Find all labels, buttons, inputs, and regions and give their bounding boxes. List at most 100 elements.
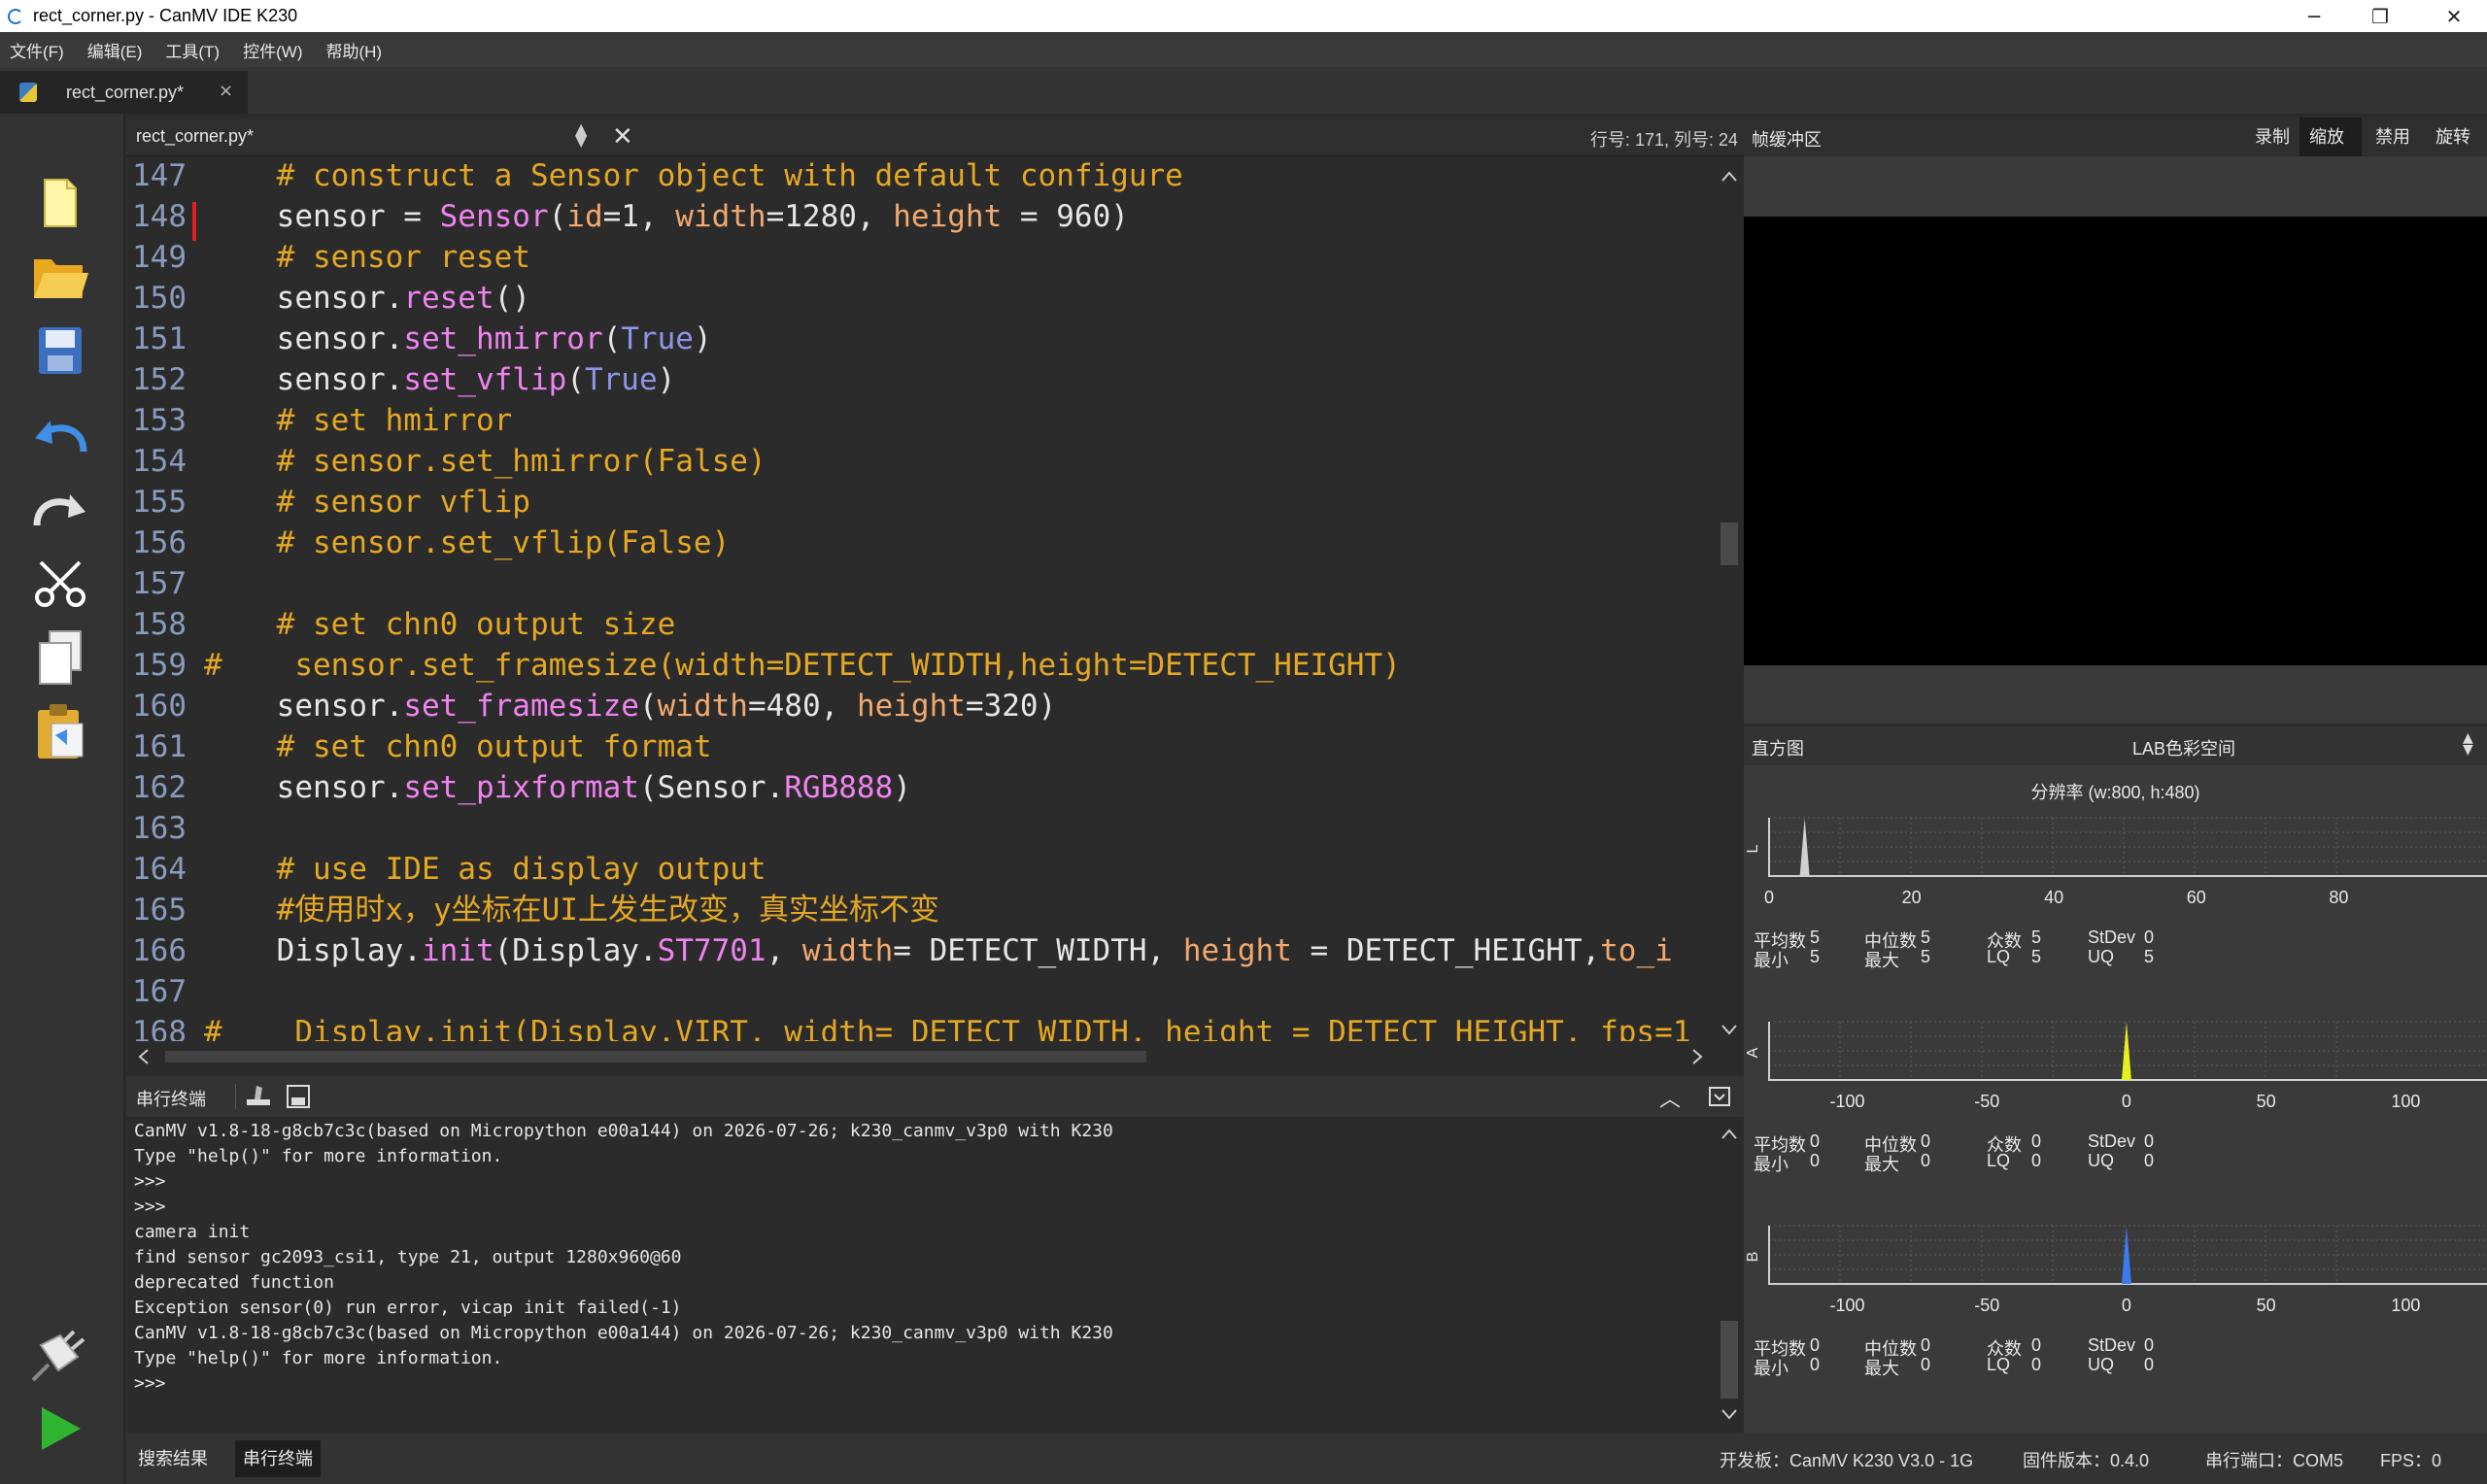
menu-edit[interactable]: 编辑(E)	[87, 38, 143, 62]
code-token: ST7701	[657, 933, 767, 968]
code-line[interactable]: 165 #使用时x，y坐标在UI上发生改变，真实坐标不变	[126, 890, 1715, 930]
code-line[interactable]: 162 sensor.set_pixformat(Sensor.RGB888)	[126, 767, 1715, 808]
code-text: # set chn0 output size	[204, 604, 676, 645]
code-line[interactable]: 160 sensor.set_framesize(width=480, heig…	[126, 686, 1715, 726]
paste-icon[interactable]	[29, 700, 91, 762]
editor-horizontal-scrollbar[interactable]	[126, 1041, 1715, 1072]
code-line[interactable]: 166 Display.init(Display.ST7701, width= …	[126, 930, 1715, 971]
menu-tools[interactable]: 工具(T)	[165, 38, 220, 62]
code-line[interactable]: 149 # sensor reset	[126, 237, 1715, 278]
terminal-line: >>>	[134, 1171, 166, 1192]
stat-value-stdev: 0	[2144, 928, 2155, 947]
framebuffer-area	[1744, 156, 2487, 724]
axis-tick-label: -50	[1974, 1092, 1999, 1111]
connect-icon[interactable]	[29, 1324, 91, 1386]
editor-header: rect_corner.py* ▲ ▼ ✕ 行号: 171, 列号: 24	[126, 118, 1744, 156]
code-token: sensor.	[204, 689, 404, 724]
code-line[interactable]: 161 # set chn0 output format	[126, 726, 1715, 767]
stat-value-mean: 5	[1810, 928, 1821, 947]
code-line[interactable]: 155 # sensor vflip	[126, 482, 1715, 523]
stat-label-lq: LQ	[1987, 1151, 2011, 1170]
terminal-collapse-icon[interactable]: ︿	[1659, 1082, 1681, 1113]
menu-widgets[interactable]: 控件(W)	[243, 38, 302, 62]
line-number: 153	[132, 403, 187, 438]
code-line[interactable]: 148 sensor = Sensor(id=1, width=1280, he…	[126, 196, 1715, 237]
restore-button[interactable]: ❐	[2347, 0, 2413, 32]
tab-serial-terminal[interactable]: 串行终端	[235, 1440, 321, 1477]
colorspace-select[interactable]: LAB色彩空间	[2132, 735, 2235, 760]
code-line[interactable]: 156 # sensor.set_vflip(False)	[126, 523, 1715, 563]
stat-value-mean: 0	[1810, 1131, 1821, 1151]
channel-label: A	[1745, 1047, 1761, 1058]
line-number: 164	[132, 852, 187, 887]
code-token: # set chn0 output format	[204, 729, 712, 764]
rotate-button[interactable]: 旋转	[2426, 118, 2480, 156]
code-line[interactable]: 157	[126, 563, 1715, 604]
terminal-maximize-icon[interactable]	[1708, 1086, 1731, 1107]
copy-icon[interactable]	[29, 626, 91, 689]
stat-value-min: 0	[1810, 1355, 1821, 1374]
close-editor-icon[interactable]: ✕	[612, 122, 633, 152]
code-token: # set chn0 output size	[204, 607, 676, 642]
code-line[interactable]: 150 sensor.reset()	[126, 278, 1715, 319]
stat-label-min: 最小	[1754, 951, 1789, 970]
line-number: 162	[132, 770, 187, 805]
menu-bar: 文件(F) 编辑(E) 工具(T) 控件(W) 帮助(H)	[0, 32, 2487, 67]
run-icon[interactable]	[29, 1398, 91, 1460]
redo-icon[interactable]	[29, 479, 91, 541]
stat-label-min: 最小	[1754, 1155, 1789, 1174]
zoom-button[interactable]: 缩放	[2300, 118, 2362, 156]
file-tab-rect-corner[interactable]: rect_corner.py* ×	[0, 71, 248, 114]
minimize-button[interactable]: ─	[2281, 0, 2347, 32]
new-file-icon[interactable]	[29, 172, 91, 234]
terminal-vertical-scrollbar[interactable]	[1715, 1117, 1744, 1433]
code-token: sensor.	[204, 321, 404, 356]
terminal-line: >>>	[134, 1197, 166, 1217]
stat-label-min: 最小	[1754, 1359, 1789, 1378]
code-editor[interactable]: 147 # construct a Sensor object with def…	[126, 157, 1715, 1049]
code-token: Display.	[204, 933, 422, 968]
code-token: width	[657, 689, 748, 724]
code-line[interactable]: 151 sensor.set_hmirror(True)	[126, 319, 1715, 359]
axis-tick-label: -50	[1974, 1296, 1999, 1315]
serial-terminal-output[interactable]: CanMV v1.8-18-g8cb7c3c(based on Micropyt…	[126, 1117, 1720, 1433]
menu-file[interactable]: 文件(F)	[10, 38, 64, 62]
open-folder-icon[interactable]	[29, 246, 91, 308]
code-token: sensor.	[204, 281, 404, 316]
menu-help[interactable]: 帮助(H)	[325, 38, 382, 62]
line-number: 167	[132, 974, 187, 1009]
axis-tick-label: 100	[2391, 1296, 2420, 1315]
cut-icon[interactable]	[29, 553, 91, 615]
disable-button[interactable]: 禁用	[2366, 118, 2420, 156]
code-line[interactable]: 163	[126, 808, 1715, 849]
axis-tick-label: 50	[2257, 1296, 2276, 1315]
terminal-line: CanMV v1.8-18-g8cb7c3c(based on Micropyt…	[134, 1121, 1113, 1141]
save-terminal-icon	[287, 1085, 310, 1108]
code-line[interactable]: 153 # set hmirror	[126, 400, 1715, 441]
file-tab-close-icon[interactable]: ×	[219, 81, 233, 101]
editor-vertical-scrollbar[interactable]	[1715, 157, 1744, 1049]
code-token: # sensor reset	[204, 240, 530, 275]
terminal-title: 串行终端	[136, 1090, 206, 1109]
code-token: set_hmirror	[403, 321, 603, 356]
record-button[interactable]: 录制	[2245, 118, 2300, 156]
code-line[interactable]: 152 sensor.set_vflip(True)	[126, 359, 1715, 400]
code-text: Display.init(Display.ST7701, width= DETE…	[204, 930, 1673, 971]
select-arrows-icon[interactable]: ▲ ▼	[2463, 731, 2473, 757]
stat-value-max: 0	[1921, 1355, 1931, 1374]
code-line[interactable]: 159 # sensor.set_framesize(width=DETECT_W…	[126, 645, 1715, 686]
code-line[interactable]: 147 # construct a Sensor object with def…	[126, 157, 1715, 196]
code-line[interactable]: 154 # sensor.set_hmirror(False)	[126, 441, 1715, 482]
file-switch-arrows-icon[interactable]: ▲ ▼	[575, 121, 587, 149]
code-line[interactable]: 158 # set chn0 output size	[126, 604, 1715, 645]
stat-value-max: 0	[1921, 1151, 1931, 1170]
tab-search-results[interactable]: 搜索结果	[130, 1440, 216, 1477]
undo-icon[interactable]	[29, 405, 91, 467]
code-line[interactable]: 164 # use IDE as display output	[126, 849, 1715, 890]
close-window-button[interactable]: ✕	[2421, 0, 2487, 32]
code-token: # sensor.set_hmirror(False)	[204, 444, 767, 479]
code-line[interactable]: 167	[126, 971, 1715, 1012]
board-info: 开发板：CanMV K230 V3.0 - 1G	[1720, 1451, 1974, 1470]
scroll-up-icon	[1721, 171, 1737, 182]
save-icon[interactable]	[29, 320, 91, 382]
